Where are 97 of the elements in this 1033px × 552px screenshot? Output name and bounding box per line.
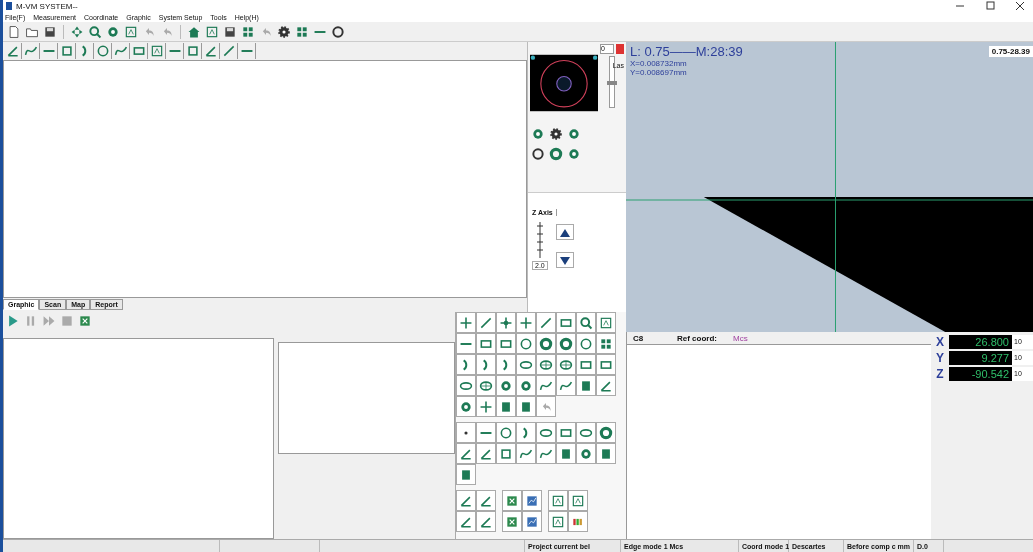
axis-readout: -90.542 <box>949 366 1012 381</box>
block-icon[interactable] <box>456 464 476 485</box>
gear-icon[interactable] <box>276 23 292 40</box>
chart-icon[interactable] <box>522 490 542 511</box>
target-icon[interactable] <box>516 375 536 396</box>
rectangle-icon[interactable] <box>596 354 616 375</box>
wave-icon[interactable] <box>556 375 576 396</box>
y-coordinate-text: Y=0.008697mm <box>630 68 688 77</box>
target-icon[interactable] <box>530 126 546 142</box>
zoom-icon[interactable] <box>87 23 103 40</box>
light-indicator <box>616 44 624 54</box>
spreadsheet-icon[interactable] <box>502 511 522 532</box>
ellipse-cross-icon[interactable] <box>536 354 556 375</box>
angle-icon[interactable] <box>476 511 496 532</box>
axis-readout: 9.277 <box>949 350 1012 365</box>
restore-icon[interactable] <box>985 1 995 11</box>
horizontal-line-icon[interactable] <box>167 43 184 59</box>
ring-icon[interactable] <box>330 23 346 40</box>
arc-icon[interactable] <box>516 422 536 443</box>
ref-coord-label: Ref coord: <box>677 333 718 343</box>
spreadsheet-icon[interactable] <box>77 313 93 329</box>
rectangle-icon[interactable] <box>476 333 496 354</box>
target-icon[interactable] <box>566 146 582 162</box>
arc-icon[interactable] <box>476 354 496 375</box>
triangle-up-icon <box>559 229 570 237</box>
axis-label: X <box>935 334 945 349</box>
rectangle-icon[interactable] <box>556 312 576 333</box>
thick-ring-icon[interactable] <box>548 146 564 162</box>
up-arrow-button[interactable] <box>555 224 574 240</box>
horizontal-line-icon[interactable] <box>239 43 256 59</box>
ref-coord-value: Mcs <box>733 333 748 343</box>
square-icon[interactable] <box>496 443 516 464</box>
line-icon[interactable] <box>221 43 238 59</box>
wave-icon[interactable] <box>516 443 536 464</box>
close-icon[interactable] <box>1015 1 1025 11</box>
wave-icon[interactable] <box>23 43 40 59</box>
frame-icon[interactable] <box>548 490 568 511</box>
gear-icon[interactable] <box>548 126 564 142</box>
zoom-dropdown[interactable]: 0.75-28.39 <box>988 46 1033 57</box>
column-header: C8 <box>633 333 645 343</box>
frame-icon[interactable] <box>596 312 616 333</box>
angle-icon[interactable] <box>456 511 476 532</box>
new-file-icon[interactable] <box>6 23 22 40</box>
angle-icon[interactable] <box>203 43 220 59</box>
zoom-icon[interactable] <box>576 312 596 333</box>
window-title: M-VM SYSTEM-- <box>16 1 79 11</box>
thick-ring-icon[interactable] <box>556 333 576 354</box>
angle-icon[interactable] <box>456 490 476 511</box>
frame-icon[interactable] <box>548 511 568 532</box>
ellipse-cross-icon[interactable] <box>476 375 496 396</box>
angle-icon[interactable] <box>5 43 22 59</box>
target-icon[interactable] <box>456 396 476 417</box>
grid-icon[interactable] <box>596 333 616 354</box>
thick-ring-icon[interactable] <box>536 333 556 354</box>
axis-label: Y <box>935 350 945 365</box>
angle-icon[interactable] <box>476 443 496 464</box>
axis-label: Z <box>935 366 945 381</box>
block-icon[interactable] <box>596 443 616 464</box>
crosshair-icon[interactable] <box>456 312 476 333</box>
angle-icon[interactable] <box>596 375 616 396</box>
frame-icon[interactable] <box>568 490 588 511</box>
block-icon[interactable] <box>556 443 576 464</box>
slider-thumb[interactable] <box>607 80 617 85</box>
horizontal-line-icon[interactable] <box>41 43 58 59</box>
angle-icon[interactable] <box>456 443 476 464</box>
down-arrow-button[interactable] <box>555 252 574 268</box>
block-icon[interactable] <box>496 396 516 417</box>
arc-icon[interactable] <box>456 354 476 375</box>
ring-icon[interactable] <box>530 146 546 162</box>
triangle-down-icon <box>559 257 570 265</box>
ellipse-cross-icon[interactable] <box>556 354 576 375</box>
crosshair-icon[interactable] <box>476 396 496 417</box>
circle-icon[interactable] <box>95 43 112 59</box>
color-bars-icon[interactable] <box>568 511 588 532</box>
spreadsheet-icon[interactable] <box>502 490 522 511</box>
block-icon[interactable] <box>516 396 536 417</box>
wave-icon[interactable] <box>536 443 556 464</box>
block-icon[interactable] <box>576 375 596 396</box>
app-icon <box>6 2 12 10</box>
rectangle-icon[interactable] <box>576 354 596 375</box>
rectangle-icon[interactable] <box>556 422 576 443</box>
target-icon[interactable] <box>496 375 516 396</box>
target-icon[interactable] <box>576 443 596 464</box>
chart-icon[interactable] <box>522 511 542 532</box>
z-scale-icon <box>536 222 543 258</box>
scale-text: L: 0.75——M:28:39 <box>630 44 743 59</box>
x-coordinate-text: X=0.008732mm <box>630 59 688 68</box>
thick-ring-icon[interactable] <box>596 422 616 443</box>
angle-icon[interactable] <box>476 490 496 511</box>
target-icon[interactable] <box>566 126 582 142</box>
crosshair-icon[interactable] <box>516 312 536 333</box>
arc-icon[interactable] <box>496 354 516 375</box>
frame-icon[interactable] <box>149 43 166 59</box>
axis-readout: 26.800 <box>949 334 1012 349</box>
wave-icon[interactable] <box>536 375 556 396</box>
rectangle-icon[interactable] <box>496 333 516 354</box>
wave-icon[interactable] <box>113 43 130 59</box>
